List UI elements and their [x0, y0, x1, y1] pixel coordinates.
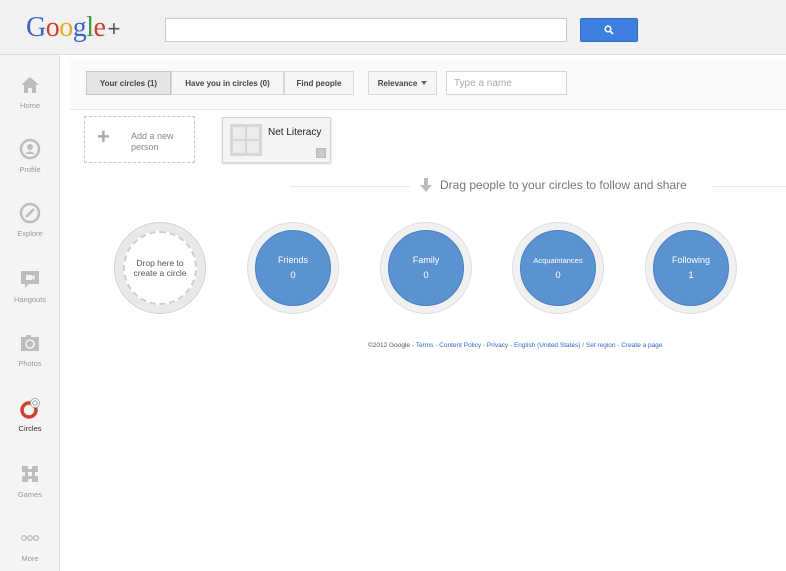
nav-item-home[interactable]: Home — [0, 70, 60, 126]
nav-label-profile: Profile — [19, 165, 41, 174]
circle-following[interactable]: Following 1 — [645, 222, 737, 314]
nav-item-circles[interactable]: Circles — [0, 393, 60, 449]
games-icon — [22, 466, 38, 482]
plus-icon: + — [97, 124, 110, 149]
search-input[interactable] — [165, 18, 567, 42]
nav-item-explore[interactable]: Explore — [0, 198, 60, 254]
card-corner-icon[interactable] — [316, 148, 326, 158]
circle-friends[interactable]: Friends 0 — [247, 222, 339, 314]
footer-link-set-region[interactable]: Set region — [586, 342, 616, 349]
sort-label: Relevance — [377, 78, 418, 88]
nav-label-more: More — [21, 554, 39, 563]
home-icon — [21, 77, 39, 93]
search-button[interactable] — [580, 18, 638, 42]
nav-label-hangouts: Hangouts — [13, 295, 47, 304]
nav-item-games[interactable]: Games — [0, 459, 60, 515]
nav-label-circles: Circles — [18, 424, 42, 433]
nav-label-photos: Photos — [18, 359, 42, 368]
footer: ©2012 Google - Terms - Content Policy - … — [368, 342, 663, 349]
tab-find-people[interactable]: Find people — [284, 71, 354, 95]
name-search-input[interactable] — [446, 71, 567, 95]
circle-count: 1 — [688, 270, 694, 281]
explore-icon — [19, 202, 41, 224]
nav-item-hangouts[interactable]: Hangouts — [0, 264, 60, 320]
nav-item-profile[interactable]: Profile — [0, 134, 60, 190]
more-icon — [21, 534, 39, 541]
circles-icon — [20, 398, 40, 419]
top-bar: Google+ — [0, 0, 786, 55]
hint-divider-left — [290, 186, 410, 187]
footer-link-terms[interactable]: Terms — [416, 342, 434, 349]
add-person-card[interactable]: + Add a new person — [84, 116, 195, 163]
profile-icon — [19, 138, 41, 160]
create-circle-dropzone[interactable]: Drop here to create a circle — [114, 222, 206, 314]
circle-name: Family — [412, 255, 440, 265]
circle-family[interactable]: Family 0 — [380, 222, 472, 314]
circle-name: Friends — [277, 255, 308, 265]
circle-acquaintances[interactable]: Acquaintances 0 — [512, 222, 604, 314]
tab-your-circles[interactable]: Your circles (1) — [86, 71, 171, 95]
person-card[interactable]: Net Literacy — [222, 117, 331, 163]
person-name: Net Literacy — [268, 127, 322, 138]
sort-dropdown[interactable]: Relevance — [368, 71, 437, 95]
footer-link-content-policy[interactable]: Content Policy — [439, 342, 481, 349]
hangouts-icon — [21, 271, 39, 288]
drag-hint-text: Drag people to your circles to follow an… — [440, 178, 687, 192]
active-indicator — [60, 408, 68, 424]
nav-label-games: Games — [17, 490, 43, 499]
nav-label-explore: Explore — [17, 229, 43, 238]
google-plus-logo[interactable]: Google+ — [26, 12, 120, 44]
nav-item-photos[interactable]: Photos — [0, 328, 60, 384]
circle-name: Acquaintances — [533, 255, 583, 265]
photos-icon — [21, 335, 39, 351]
tab-have-you-in-circles[interactable]: Have you in circles (0) — [171, 71, 284, 95]
avatar — [230, 124, 262, 156]
nav-label-home: Home — [19, 101, 40, 110]
arrow-down-icon — [420, 178, 432, 192]
search-icon — [604, 25, 614, 35]
drag-hint: Drag people to your circles to follow an… — [420, 178, 687, 192]
chevron-down-icon — [421, 81, 428, 85]
footer-link-create-page[interactable]: Create a page — [621, 342, 662, 349]
add-person-label: Add a new person — [131, 131, 174, 152]
hint-divider-right — [713, 186, 786, 187]
circle-count: 0 — [555, 269, 561, 281]
footer-link-language[interactable]: English (United States) — [514, 342, 580, 349]
circle-count: 0 — [290, 270, 296, 281]
footer-link-privacy[interactable]: Privacy — [487, 342, 508, 349]
create-circle-label: Drop here to create a circle — [123, 231, 197, 305]
nav-item-more[interactable]: More — [0, 523, 60, 571]
circle-count: 0 — [423, 270, 429, 281]
circle-name: Following — [671, 255, 711, 265]
footer-copyright: ©2012 Google — [368, 342, 411, 349]
